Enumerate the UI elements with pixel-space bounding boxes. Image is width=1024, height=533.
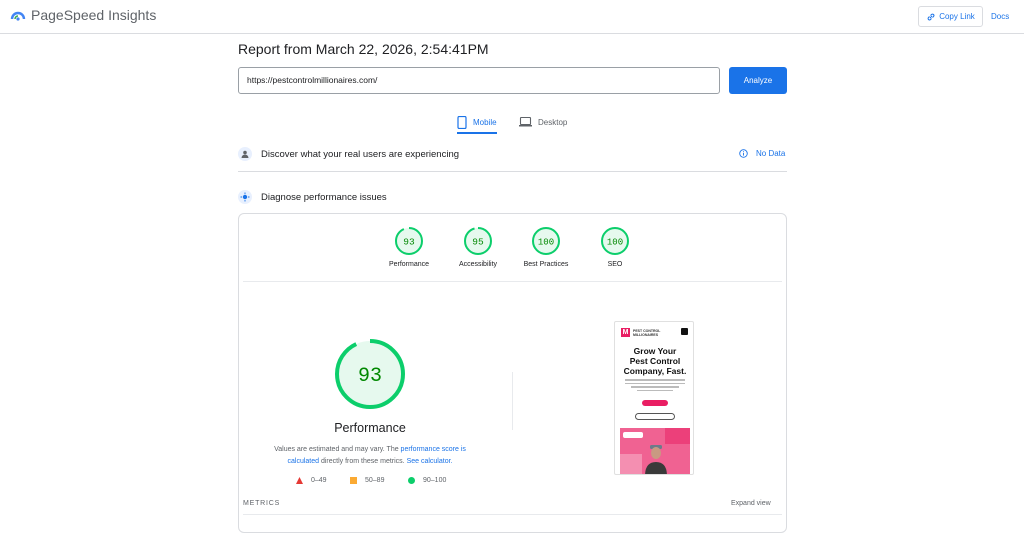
menu-icon: [681, 328, 688, 335]
tab-mobile[interactable]: Mobile: [457, 112, 497, 134]
site-logo-text: PEST CONTROL MILLIONAIRES: [633, 328, 661, 337]
link-icon: [927, 13, 935, 20]
gauge-ring: 95: [464, 227, 492, 255]
triangle-icon: [296, 477, 303, 484]
site-logo-mark: M: [621, 328, 630, 337]
site-logo: M PEST CONTROL MILLIONAIRES: [621, 328, 660, 337]
no-data-label: No Data: [756, 149, 786, 158]
site-primary-button: [642, 400, 668, 406]
site-secondary-button: [635, 413, 675, 420]
url-input[interactable]: https://pestcontrolmillionaires.com/: [238, 67, 720, 94]
tab-mobile-label: Mobile: [473, 117, 497, 127]
gauge-ring: 100: [532, 227, 560, 255]
phone-icon: [457, 115, 467, 129]
gauge-ring: 93: [395, 227, 423, 255]
lighthouse-icon: [238, 190, 252, 204]
site-headline: Grow Your Pest Control Company, Fast.: [623, 346, 687, 376]
analyze-button[interactable]: Analyze: [729, 67, 787, 94]
legend-average-range: 50–89: [365, 477, 385, 484]
gauge-value: 100: [538, 238, 554, 248]
note-text-1: Values are estimated and may vary. The: [274, 446, 401, 453]
gauge-value: 93: [403, 237, 415, 248]
tab-desktop-label: Desktop: [538, 117, 568, 127]
laptop-icon: [519, 117, 532, 127]
report-title: Report from March 22, 2026, 2:54:41PM: [238, 41, 489, 57]
gauge-ring: 100: [601, 227, 629, 255]
metrics-heading: METRICS: [243, 500, 281, 507]
info-icon: [739, 149, 748, 158]
circle-icon: [408, 477, 415, 484]
big-gauge-value: 93: [358, 365, 382, 388]
gauge-label: Accessibility: [458, 261, 498, 268]
pagespeed-logo-icon: [10, 11, 26, 21]
vertical-separator: [512, 372, 513, 430]
section-divider: [238, 171, 787, 172]
gauge-label: SEO: [607, 261, 623, 268]
performance-title: Performance: [334, 421, 406, 435]
performance-score-gauge[interactable]: 93 Performance: [374, 226, 444, 268]
field-data-section: Discover what your real users are experi…: [238, 147, 787, 161]
legend-pass-range: 90–100: [423, 477, 447, 484]
legend-fail: 0–49: [296, 477, 327, 484]
diagnose-title: Diagnose performance issues: [261, 191, 387, 203]
site-hero-image: [620, 428, 690, 474]
page-screenshot: M PEST CONTROL MILLIONAIRES Grow Your Pes…: [614, 321, 694, 475]
legend-fail-range: 0–49: [311, 477, 327, 484]
gauge-label: Best Practices: [523, 261, 569, 268]
app-title: PageSpeed Insights: [31, 7, 157, 23]
performance-note: Values are estimated and may vary. The p…: [262, 444, 478, 467]
no-data-status[interactable]: No Data: [739, 149, 785, 158]
see-calculator-link[interactable]: See calculator.: [407, 458, 453, 465]
diagnose-section: Diagnose performance issues: [238, 190, 787, 204]
best-practices-score-gauge[interactable]: 100 Best Practices: [511, 226, 581, 268]
performance-big-gauge: 93: [335, 339, 405, 409]
expand-view-toggle[interactable]: Expand view: [731, 500, 771, 507]
legend-pass: 90–100: [408, 477, 446, 484]
tab-desktop[interactable]: Desktop: [519, 112, 567, 132]
top-bar: PageSpeed Insights Copy Link Docs: [0, 0, 1024, 34]
note-text-2: directly from these metrics.: [319, 457, 407, 465]
metrics-divider: [243, 514, 782, 515]
copy-link-button[interactable]: Copy Link: [918, 6, 983, 27]
gauge-value: 100: [607, 238, 623, 248]
app-logo[interactable]: PageSpeed Insights: [10, 7, 156, 23]
legend-average: 50–89: [350, 477, 384, 484]
field-data-title: Discover what your real users are experi…: [261, 148, 460, 160]
users-icon: [238, 147, 252, 161]
seo-score-gauge[interactable]: 100 SEO: [580, 226, 650, 268]
card-divider: [243, 281, 782, 282]
person-icon: [645, 445, 667, 474]
gauge-label: Performance: [388, 261, 430, 268]
accessibility-score-gauge[interactable]: 95 Accessibility: [443, 226, 513, 268]
gauge-value: 95: [472, 237, 484, 248]
site-subtext: [625, 379, 685, 393]
docs-link[interactable]: Docs: [991, 12, 1009, 21]
square-icon: [350, 477, 357, 484]
copy-link-label: Copy Link: [939, 12, 975, 21]
